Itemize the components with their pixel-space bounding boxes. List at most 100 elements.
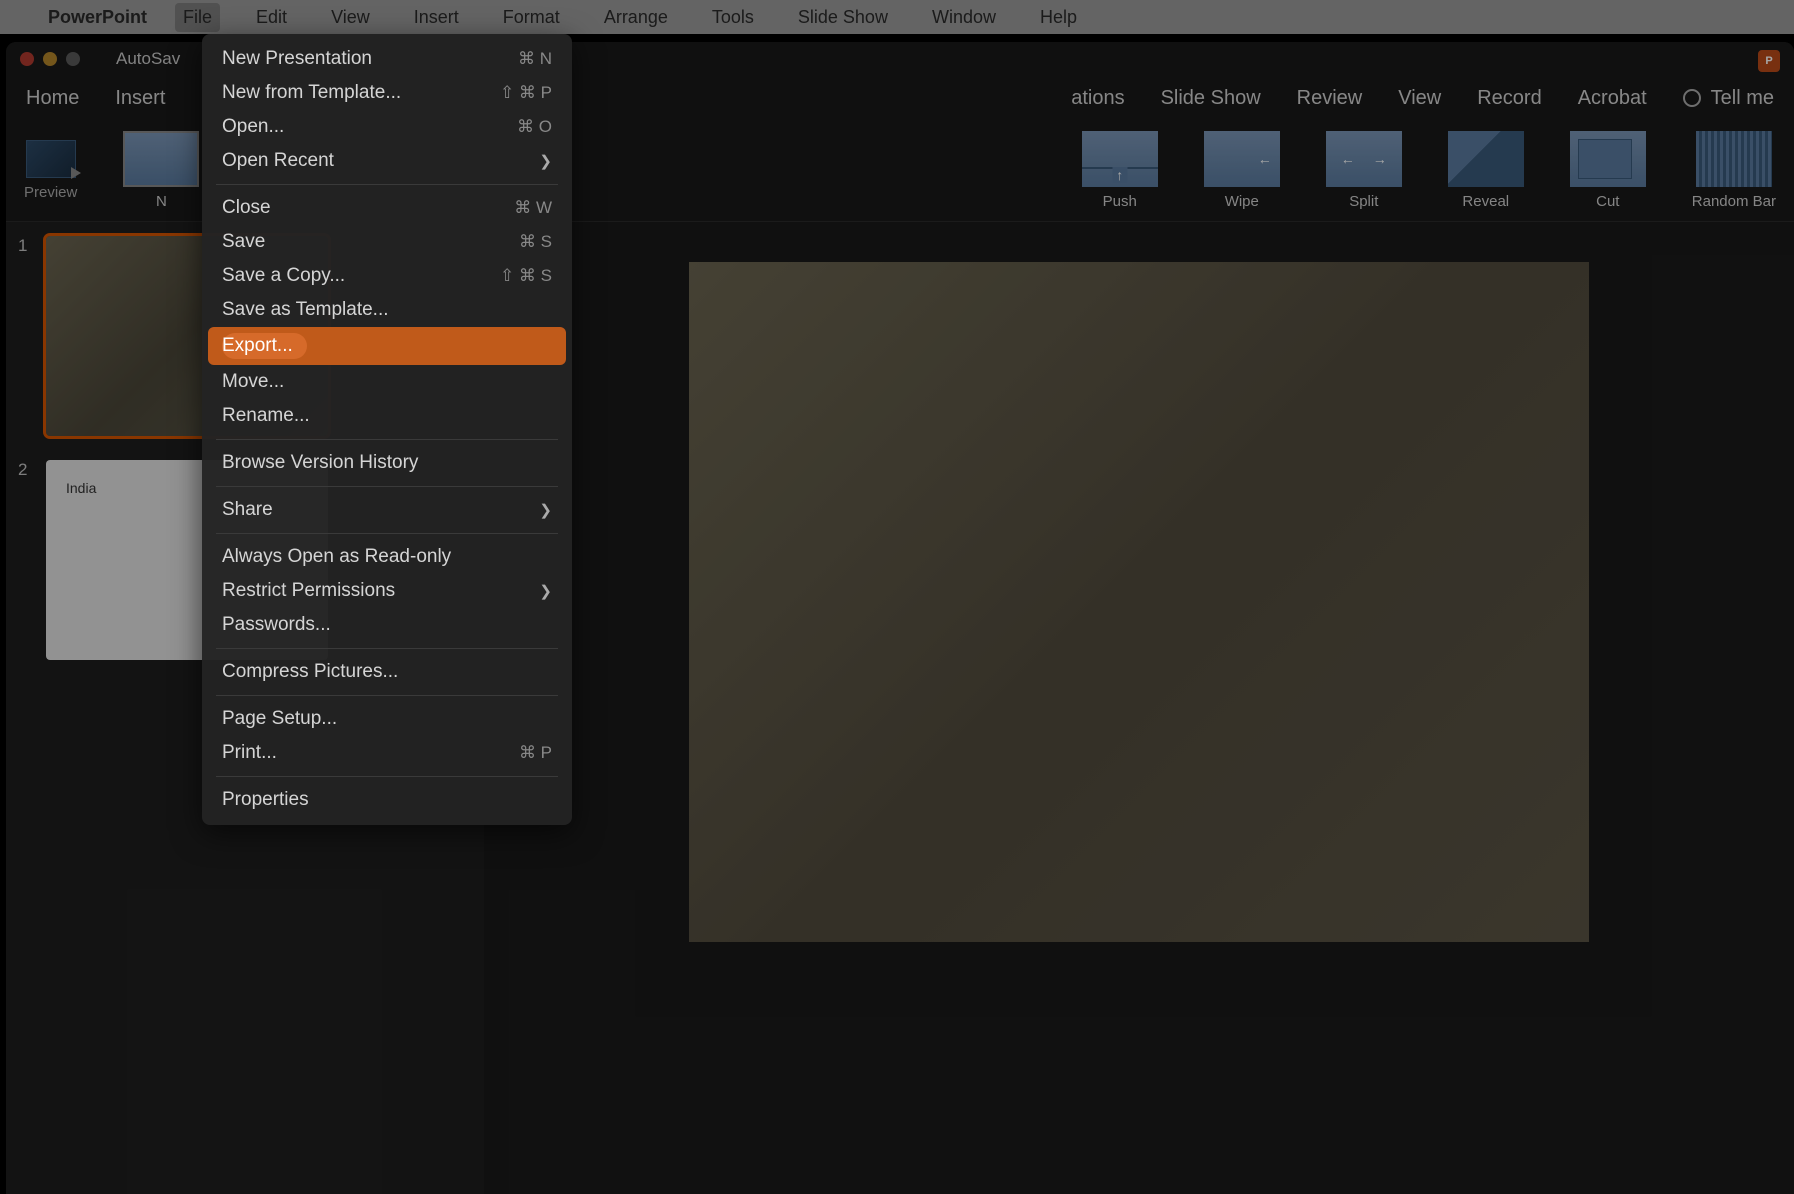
menu-item-export[interactable]: Export... bbox=[208, 327, 566, 365]
menu-item-move[interactable]: Move... bbox=[202, 365, 572, 399]
menu-item-open[interactable]: Open... ⌘ O bbox=[202, 110, 572, 144]
menu-separator bbox=[216, 486, 558, 487]
menu-item-label: Passwords... bbox=[222, 614, 331, 636]
menubar-item-slideshow[interactable]: Slide Show bbox=[790, 3, 896, 32]
menubar-item-format[interactable]: Format bbox=[495, 3, 568, 32]
menu-item-label: Always Open as Read-only bbox=[222, 546, 451, 568]
menu-item-label: Save a Copy... bbox=[222, 265, 345, 287]
minimize-window-icon[interactable] bbox=[43, 52, 57, 66]
menubar-item-file[interactable]: File bbox=[175, 3, 220, 32]
menu-item-save-a-copy[interactable]: Save a Copy...⇧ ⌘ S bbox=[202, 259, 572, 293]
transition-reveal-icon bbox=[1448, 131, 1524, 187]
menu-item-restrict-permissions[interactable]: Restrict Permissions ❯ bbox=[202, 574, 572, 608]
menu-item-label: New Presentation bbox=[222, 48, 372, 70]
menu-item-compress-pictures[interactable]: Compress Pictures... bbox=[202, 655, 572, 689]
transition-label: Random Bar bbox=[1692, 193, 1776, 210]
autosave-label: AutoSav bbox=[116, 49, 180, 69]
menu-item-label: Restrict Permissions bbox=[222, 580, 395, 602]
menu-separator bbox=[216, 695, 558, 696]
menu-shortcut: ⌘ W bbox=[514, 198, 552, 218]
menu-item-label: Share bbox=[222, 499, 273, 521]
menu-item-share[interactable]: Share ❯ bbox=[202, 493, 572, 527]
tell-me-search[interactable]: Tell me bbox=[1683, 87, 1774, 110]
transition-label: Wipe bbox=[1225, 193, 1259, 210]
menubar-item-edit[interactable]: Edit bbox=[248, 3, 295, 32]
transition-label: N bbox=[156, 193, 167, 210]
tell-me-label: Tell me bbox=[1711, 87, 1774, 110]
menubar-app-name[interactable]: PowerPoint bbox=[48, 7, 147, 28]
menu-separator bbox=[216, 184, 558, 185]
menu-item-page-setup[interactable]: Page Setup... bbox=[202, 702, 572, 736]
transition-cut-icon bbox=[1570, 131, 1646, 187]
transition-cut[interactable]: Cut bbox=[1570, 131, 1646, 210]
menu-shortcut: ⌘ N bbox=[518, 49, 552, 69]
menu-shortcut: ⇧ ⌘ P bbox=[500, 83, 552, 103]
menubar-item-window[interactable]: Window bbox=[924, 3, 1004, 32]
tab-home[interactable]: Home bbox=[26, 87, 79, 110]
transition-push[interactable]: Push bbox=[1082, 131, 1158, 210]
transition-random-bars-icon bbox=[1696, 131, 1772, 187]
menu-item-print[interactable]: Print...⌘ P bbox=[202, 736, 572, 770]
preview-label: Preview bbox=[24, 184, 77, 201]
menu-item-rename[interactable]: Rename... bbox=[202, 399, 572, 433]
maximize-window-icon[interactable] bbox=[66, 52, 80, 66]
tab-view[interactable]: View bbox=[1398, 87, 1441, 110]
mac-menubar: PowerPoint File Edit View Insert Format … bbox=[0, 0, 1794, 34]
file-menu-dropdown: New Presentation ⌘ N New from Template... ⇧… bbox=[202, 34, 572, 825]
menu-separator bbox=[216, 533, 558, 534]
menu-item-open-recent[interactable]: Open Recent❯ bbox=[202, 144, 572, 178]
menu-item-label: Save bbox=[222, 231, 265, 253]
menu-item-label: Open... bbox=[222, 116, 284, 138]
transition-random-bars[interactable]: Random Bar bbox=[1692, 131, 1776, 210]
tab-acrobat[interactable]: Acrobat bbox=[1578, 87, 1647, 110]
transition-split[interactable]: Split bbox=[1326, 131, 1402, 210]
close-window-icon[interactable] bbox=[20, 52, 34, 66]
menu-item-label: Close bbox=[222, 197, 271, 219]
traffic-lights bbox=[20, 52, 80, 66]
transition-wipe[interactable]: Wipe bbox=[1204, 131, 1280, 210]
menu-shortcut: ⌘ O bbox=[517, 117, 552, 137]
menu-item-label: New from Template... bbox=[222, 82, 401, 104]
menu-item-new-from-template[interactable]: New from Template... ⇧ ⌘ P bbox=[202, 76, 572, 110]
menu-item-label: Open Recent bbox=[222, 150, 334, 172]
transition-label: Cut bbox=[1596, 193, 1619, 210]
tab-slideshow[interactable]: Slide Show bbox=[1161, 87, 1261, 110]
menu-item-label: Compress Pictures... bbox=[222, 661, 398, 683]
preview-icon bbox=[26, 140, 76, 178]
menu-item-label: Export... bbox=[222, 333, 307, 359]
menubar-item-arrange[interactable]: Arrange bbox=[596, 3, 676, 32]
menubar-item-insert[interactable]: Insert bbox=[406, 3, 467, 32]
menu-item-new-presentation[interactable]: New Presentation ⌘ N bbox=[202, 42, 572, 76]
tab-record[interactable]: Record bbox=[1477, 87, 1541, 110]
slide-number: 2 bbox=[18, 460, 36, 660]
menu-shortcut: ⌘ P bbox=[519, 743, 552, 763]
menu-item-label: Rename... bbox=[222, 405, 310, 427]
menubar-item-help[interactable]: Help bbox=[1032, 3, 1085, 32]
tab-review[interactable]: Review bbox=[1297, 87, 1363, 110]
transition-none-icon bbox=[123, 131, 199, 187]
lightbulb-icon bbox=[1683, 89, 1701, 107]
menu-item-passwords[interactable]: Passwords... bbox=[202, 608, 572, 642]
menu-item-browse-version-history[interactable]: Browse Version History bbox=[202, 446, 572, 480]
slide-canvas[interactable] bbox=[689, 262, 1589, 942]
tab-animations[interactable]: ations bbox=[1071, 87, 1124, 110]
powerpoint-badge-icon: P bbox=[1758, 50, 1780, 72]
menu-item-always-open-as-read-only[interactable]: Always Open as Read-only bbox=[202, 540, 572, 574]
chevron-right-icon: ❯ bbox=[539, 582, 552, 600]
menu-shortcut: ⌘ S bbox=[519, 232, 552, 252]
menu-item-label: Move... bbox=[222, 371, 284, 393]
transition-label: Reveal bbox=[1462, 193, 1509, 210]
preview-button[interactable]: Preview bbox=[24, 140, 77, 201]
menu-item-save[interactable]: Save ⌘ S bbox=[202, 225, 572, 259]
tab-insert[interactable]: Insert bbox=[115, 87, 165, 110]
menu-item-properties[interactable]: Properties bbox=[202, 783, 572, 817]
menu-item-save-as-template[interactable]: Save as Template... bbox=[202, 293, 572, 327]
slide-number: 1 bbox=[18, 236, 36, 436]
transition-reveal[interactable]: Reveal bbox=[1448, 131, 1524, 210]
menu-item-close[interactable]: Close ⌘ W bbox=[202, 191, 572, 225]
chevron-right-icon: ❯ bbox=[539, 501, 552, 519]
menu-item-label: Browse Version History bbox=[222, 452, 418, 474]
transition-none[interactable]: N bbox=[123, 131, 199, 210]
menubar-item-tools[interactable]: Tools bbox=[704, 3, 762, 32]
menubar-item-view[interactable]: View bbox=[323, 3, 378, 32]
